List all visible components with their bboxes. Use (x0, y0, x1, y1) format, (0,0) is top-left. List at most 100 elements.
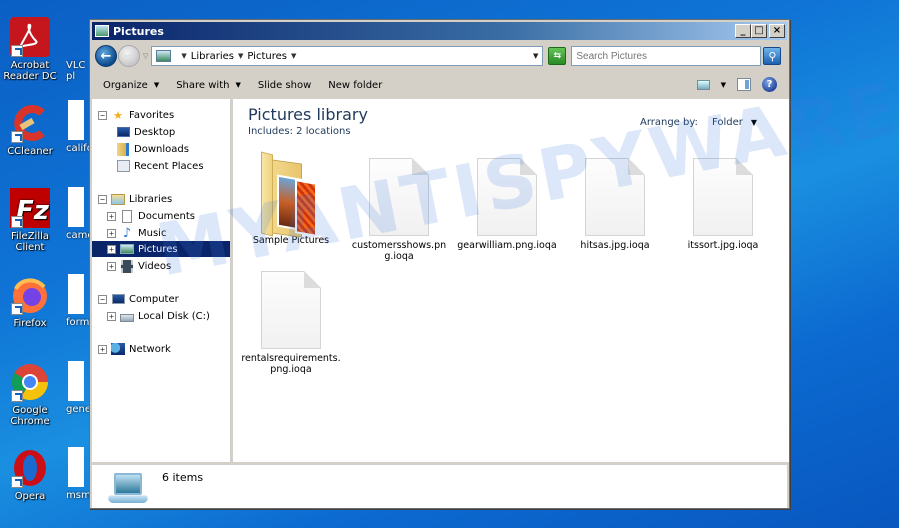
file-item[interactable]: customersshows.png.ioqa (349, 158, 449, 262)
details-pane: 6 items (92, 464, 787, 508)
forward-button[interactable]: → (118, 45, 140, 67)
navigation-pane: − ★ Favorites Desktop Downloads Recent P… (92, 99, 231, 462)
expand-toggle[interactable]: + (107, 244, 116, 254)
search-icon: ⚲ (768, 49, 777, 63)
recent-pages-dropdown[interactable]: ▽ (143, 52, 148, 60)
collapse-toggle[interactable]: − (98, 194, 107, 204)
share-with-button[interactable]: Share with ▼ (176, 80, 241, 91)
command-bar: Organize ▼ Share with ▼ Slide show New fol… (92, 72, 787, 98)
desktop-icon-ccleaner[interactable]: CCleaner (0, 103, 60, 157)
desktop-icon-filezilla[interactable]: Fz FileZilla Client (0, 188, 60, 253)
desktop-icon-acrobat[interactable]: Acrobat Reader DC (0, 17, 60, 82)
collapse-toggle[interactable]: − (98, 110, 107, 120)
minimize-button[interactable]: _ (735, 24, 751, 38)
acrobat-icon (10, 17, 50, 57)
breadcrumb-libraries[interactable]: Libraries (191, 51, 234, 62)
address-bar[interactable]: ▼ Libraries ▼ Pictures ▼ ▼ (151, 46, 544, 66)
hard-drive-icon (120, 310, 134, 323)
slide-show-button[interactable]: Slide show (258, 80, 311, 91)
tree-item-pictures[interactable]: + Pictures (92, 241, 230, 257)
pictures-icon (120, 243, 134, 256)
pictures-library-icon (156, 50, 172, 62)
tree-item-local-disk[interactable]: + Local Disk (C:) (107, 308, 230, 324)
file-list-pane: Pictures library Includes: 2 locations A… (233, 99, 789, 462)
file-item[interactable]: rentalsrequirements.png.ioqa (241, 271, 341, 375)
downloads-icon (116, 142, 130, 156)
libraries-icon (111, 193, 125, 206)
breadcrumb-chevron-icon[interactable]: ▼ (181, 52, 186, 60)
picture-folder-icon (261, 151, 321, 238)
explorer-window: Pictures _ □ × ← → ▽ ▼ Libraries ▼ Pictu… (89, 19, 790, 509)
chevron-down-icon: ▼ (235, 81, 241, 89)
star-icon: ★ (113, 108, 123, 122)
blank-document-icon (369, 158, 429, 236)
computer-icon (111, 293, 125, 306)
file-item[interactable]: gearwilliam.png.ioqa (457, 158, 557, 251)
tree-item-desktop[interactable]: Desktop (116, 124, 230, 140)
back-arrow-icon: ← (100, 48, 112, 64)
file-item[interactable]: hitsas.jpg.ioqa (565, 158, 665, 251)
firefox-icon (10, 275, 50, 315)
search-button[interactable]: ⚲ (763, 47, 782, 65)
tree-item-network[interactable]: + Network (98, 341, 230, 357)
expand-toggle[interactable]: + (107, 261, 116, 271)
navigation-bar: ← → ▽ ▼ Libraries ▼ Pictures ▼ ▼ ⇆ ⚲ (92, 42, 787, 70)
desktop-icon-opera[interactable]: Opera (0, 448, 60, 502)
network-icon (111, 343, 125, 356)
chevron-down-icon: ▼ (750, 118, 757, 127)
tree-item-documents[interactable]: + Documents (107, 208, 230, 224)
library-locations-link[interactable]: Includes: 2 locations (248, 126, 351, 137)
documents-icon (120, 209, 134, 223)
pictures-library-large-icon (107, 473, 150, 505)
desktop-icon (116, 126, 130, 139)
collapse-toggle[interactable]: − (98, 294, 107, 304)
maximize-button[interactable]: □ (751, 24, 767, 38)
tree-item-videos[interactable]: + Videos (107, 258, 230, 274)
preview-pane-icon[interactable] (737, 78, 751, 91)
change-view-icon[interactable] (696, 79, 710, 90)
arrange-by-control[interactable]: Arrange by: Folder ▼ (640, 117, 757, 128)
filezilla-icon: Fz (10, 188, 50, 228)
opera-icon (10, 448, 50, 488)
file-item[interactable]: itssort.jpg.ioqa (673, 158, 773, 251)
arrange-by-value: Folder (711, 117, 743, 128)
desktop-icon-chrome[interactable]: Google Chrome (0, 362, 60, 427)
tree-item-libraries[interactable]: − Libraries (98, 191, 230, 207)
chevron-down-icon: ▼ (153, 81, 160, 89)
back-button[interactable]: ← (95, 45, 117, 67)
breadcrumb-chevron-icon[interactable]: ▼ (291, 52, 296, 60)
blank-document-icon (585, 158, 645, 236)
tree-item-recent-places[interactable]: Recent Places (116, 158, 230, 174)
tree-item-favorites[interactable]: − ★ Favorites (98, 107, 230, 123)
expand-toggle[interactable]: + (107, 211, 116, 221)
title-bar[interactable]: Pictures _ □ × (92, 22, 787, 40)
address-history-dropdown[interactable]: ▼ (533, 52, 538, 60)
item-count: 6 items (162, 471, 204, 484)
forward-arrow-icon: → (123, 48, 135, 64)
breadcrumb-pictures[interactable]: Pictures (247, 51, 287, 62)
videos-icon (120, 259, 134, 273)
desktop-icon-firefox[interactable]: Firefox (0, 275, 60, 329)
search-input[interactable] (571, 46, 762, 66)
file-name: customersshows.png.ioqa (351, 240, 447, 262)
file-name: itssort.jpg.ioqa (687, 240, 759, 251)
blank-document-icon (477, 158, 537, 236)
organize-button[interactable]: Organize ▼ (103, 80, 159, 91)
folder-item[interactable]: Sample Pictures (241, 151, 341, 246)
view-options-dropdown[interactable]: ▼ (721, 81, 726, 89)
expand-toggle[interactable]: + (107, 228, 116, 238)
file-name: Sample Pictures (252, 235, 330, 246)
tree-item-music[interactable]: + ♪ Music (107, 225, 230, 241)
tree-item-downloads[interactable]: Downloads (116, 141, 230, 157)
blank-document-icon (261, 271, 321, 349)
refresh-button[interactable]: ⇆ (548, 47, 567, 65)
tree-item-computer[interactable]: − Computer (98, 291, 230, 307)
expand-toggle[interactable]: + (107, 311, 116, 321)
new-folder-button[interactable]: New folder (328, 80, 382, 91)
ccleaner-icon (10, 103, 50, 143)
blank-document-icon (693, 158, 753, 236)
close-button[interactable]: × (769, 24, 785, 38)
help-icon[interactable]: ? (762, 77, 777, 92)
breadcrumb-chevron-icon[interactable]: ▼ (238, 52, 243, 60)
expand-toggle[interactable]: + (98, 344, 107, 354)
